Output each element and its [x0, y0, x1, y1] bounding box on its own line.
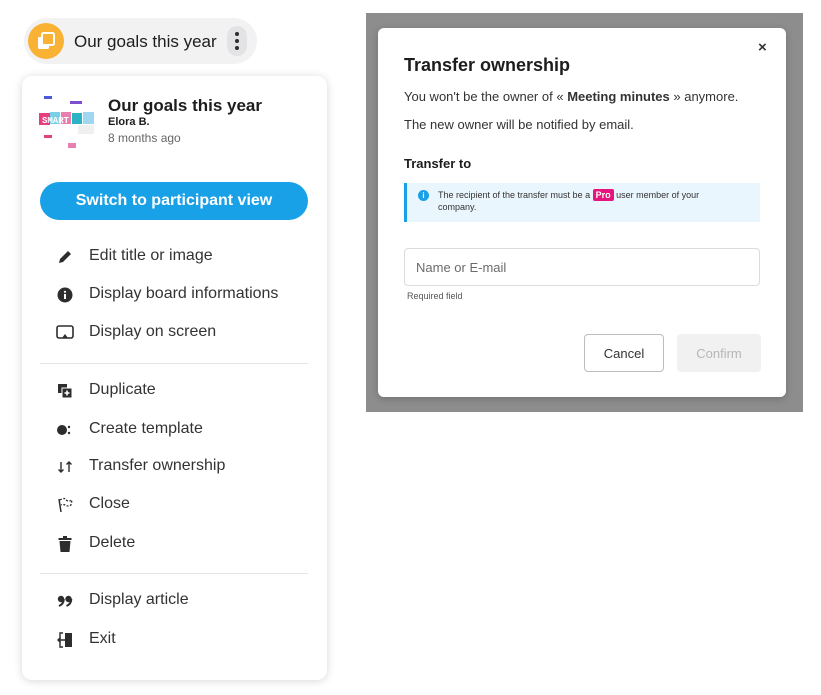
menu-item-edit-title[interactable]: Edit title or image — [40, 242, 310, 272]
menu-item-label: Create template — [89, 420, 203, 437]
board-stack-icon — [38, 32, 55, 49]
notice-text: The recipient of the transfer must be a … — [438, 189, 738, 213]
dialog-warning-text: You won't be the owner of « Meeting minu… — [404, 89, 738, 104]
pro-badge: Pro — [592, 189, 614, 201]
required-field-hint: Required field — [407, 291, 463, 301]
board-menu-title: Our goals this year — [108, 96, 262, 115]
menu-item-label: Display article — [89, 591, 189, 608]
board-pill[interactable]: Our goals this year — [24, 18, 257, 64]
transfer-to-label: Transfer to — [404, 156, 472, 171]
menu-item-create-template[interactable]: Create template — [40, 415, 310, 445]
close-board-icon — [56, 496, 74, 514]
menu-item-label: Close — [89, 495, 130, 512]
switch-participant-view-button[interactable]: Switch to participant view — [40, 182, 308, 220]
menu-divider — [40, 573, 308, 574]
board-updated-time: 8 months ago — [108, 131, 181, 145]
menu-item-delete[interactable]: Delete — [40, 529, 310, 559]
menu-item-label: Delete — [89, 534, 136, 551]
menu-item-display-article[interactable]: Display article — [40, 586, 310, 616]
confirm-button[interactable]: Confirm — [677, 334, 761, 372]
recipient-input[interactable] — [404, 248, 760, 286]
board-menu: SMART Our goals this year Elora B. 8 mon… — [22, 76, 327, 680]
board-name: Meeting minutes — [567, 89, 670, 104]
warning-prefix: You won't be the owner of « — [404, 89, 568, 104]
info-icon: i — [418, 190, 429, 201]
close-icon[interactable]: × — [758, 39, 767, 56]
board-title: Our goals this year — [74, 32, 217, 51]
quote-icon — [56, 592, 74, 610]
transfer-arrows-icon — [56, 458, 74, 476]
more-options-icon[interactable] — [227, 26, 247, 56]
menu-item-label: Edit title or image — [89, 247, 213, 264]
transfer-ownership-dialog: × Transfer ownership You won't be the ow… — [378, 28, 786, 397]
menu-item-label: Exit — [89, 630, 116, 647]
menu-item-label: Transfer ownership — [89, 457, 226, 474]
menu-item-duplicate[interactable]: Duplicate — [40, 376, 310, 406]
notice-prefix: The recipient of the transfer must be a — [438, 190, 593, 200]
board-icon — [28, 23, 64, 59]
cancel-button[interactable]: Cancel — [584, 334, 664, 372]
info-icon — [56, 286, 74, 304]
board-thumbnail: SMART — [39, 96, 94, 148]
menu-item-exit[interactable]: Exit — [40, 625, 310, 655]
menu-item-transfer-ownership[interactable]: Transfer ownership — [40, 452, 310, 482]
svg-text:SMART: SMART — [42, 116, 70, 126]
pencil-icon — [56, 248, 74, 266]
menu-item-label: Duplicate — [89, 381, 156, 398]
dialog-title: Transfer ownership — [404, 55, 571, 75]
menu-item-board-info[interactable]: Display board informations — [40, 280, 310, 310]
board-author: Elora B. — [108, 116, 150, 128]
pro-requirement-notice: i The recipient of the transfer must be … — [404, 183, 760, 222]
menu-item-close[interactable]: Close — [40, 490, 310, 520]
menu-item-label: Display on screen — [89, 323, 217, 340]
menu-item-label: Display board informations — [89, 285, 279, 302]
trash-icon — [56, 535, 74, 553]
menu-item-display-screen[interactable]: Display on screen — [40, 318, 310, 348]
exit-icon — [56, 631, 74, 649]
duplicate-icon — [56, 382, 74, 400]
warning-suffix: » anymore. — [669, 89, 739, 104]
dialog-notify-text: The new owner will be notified by email. — [404, 117, 634, 132]
menu-divider — [40, 363, 308, 364]
screen-cast-icon — [56, 324, 74, 342]
template-icon — [56, 421, 74, 439]
